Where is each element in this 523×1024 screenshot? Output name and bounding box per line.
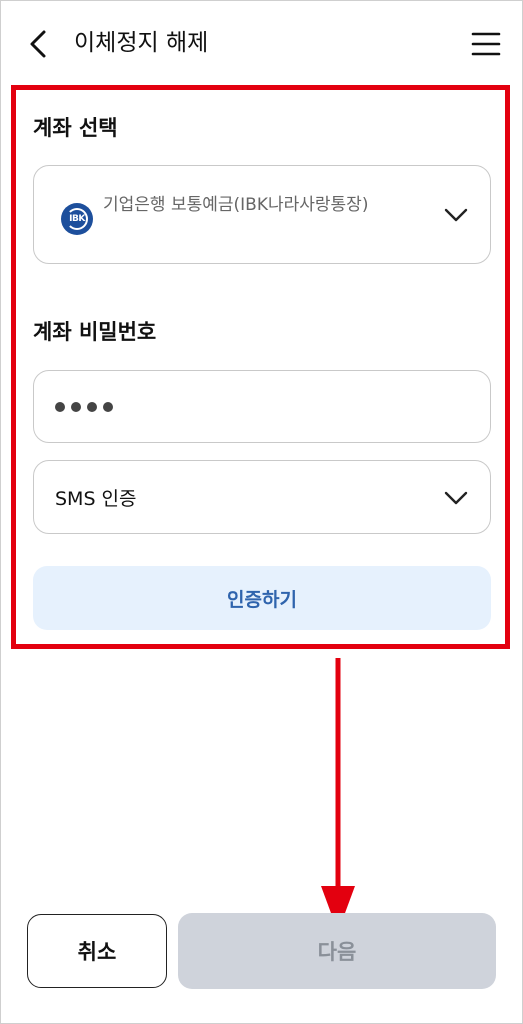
password-dot xyxy=(71,402,81,412)
account-section-label: 계좌 선택 xyxy=(33,116,118,140)
password-dot xyxy=(87,402,97,412)
account-password-input[interactable] xyxy=(33,370,491,443)
chevron-down-icon xyxy=(444,208,468,222)
cancel-button[interactable]: 취소 xyxy=(27,914,167,988)
selected-account-text: 기업은행 보통예금(IBK나라사랑통장) xyxy=(103,195,369,215)
back-button[interactable] xyxy=(22,26,54,62)
auth-method-select[interactable]: SMS 인증 xyxy=(33,460,491,534)
hamburger-menu-icon xyxy=(471,32,501,56)
password-section-label: 계좌 비밀번호 xyxy=(33,320,157,344)
auth-method-value: SMS 인증 xyxy=(55,488,137,510)
verify-button[interactable]: 인증하기 xyxy=(33,566,491,630)
ibk-bank-logo-icon: IBK xyxy=(61,203,93,235)
chevron-left-icon xyxy=(30,30,46,58)
password-dot xyxy=(103,402,113,412)
next-button[interactable]: 다음 xyxy=(178,913,496,989)
chevron-down-icon xyxy=(444,491,468,505)
header-bar: 이체정지 해제 xyxy=(0,0,523,86)
page-title: 이체정지 해제 xyxy=(74,30,209,56)
menu-button[interactable] xyxy=(470,30,502,58)
account-select[interactable]: IBK 기업은행 보통예금(IBK나라사랑통장) xyxy=(33,165,491,264)
password-mask xyxy=(55,393,113,421)
password-dot xyxy=(55,402,65,412)
bank-logo-text: IBK xyxy=(69,214,85,224)
